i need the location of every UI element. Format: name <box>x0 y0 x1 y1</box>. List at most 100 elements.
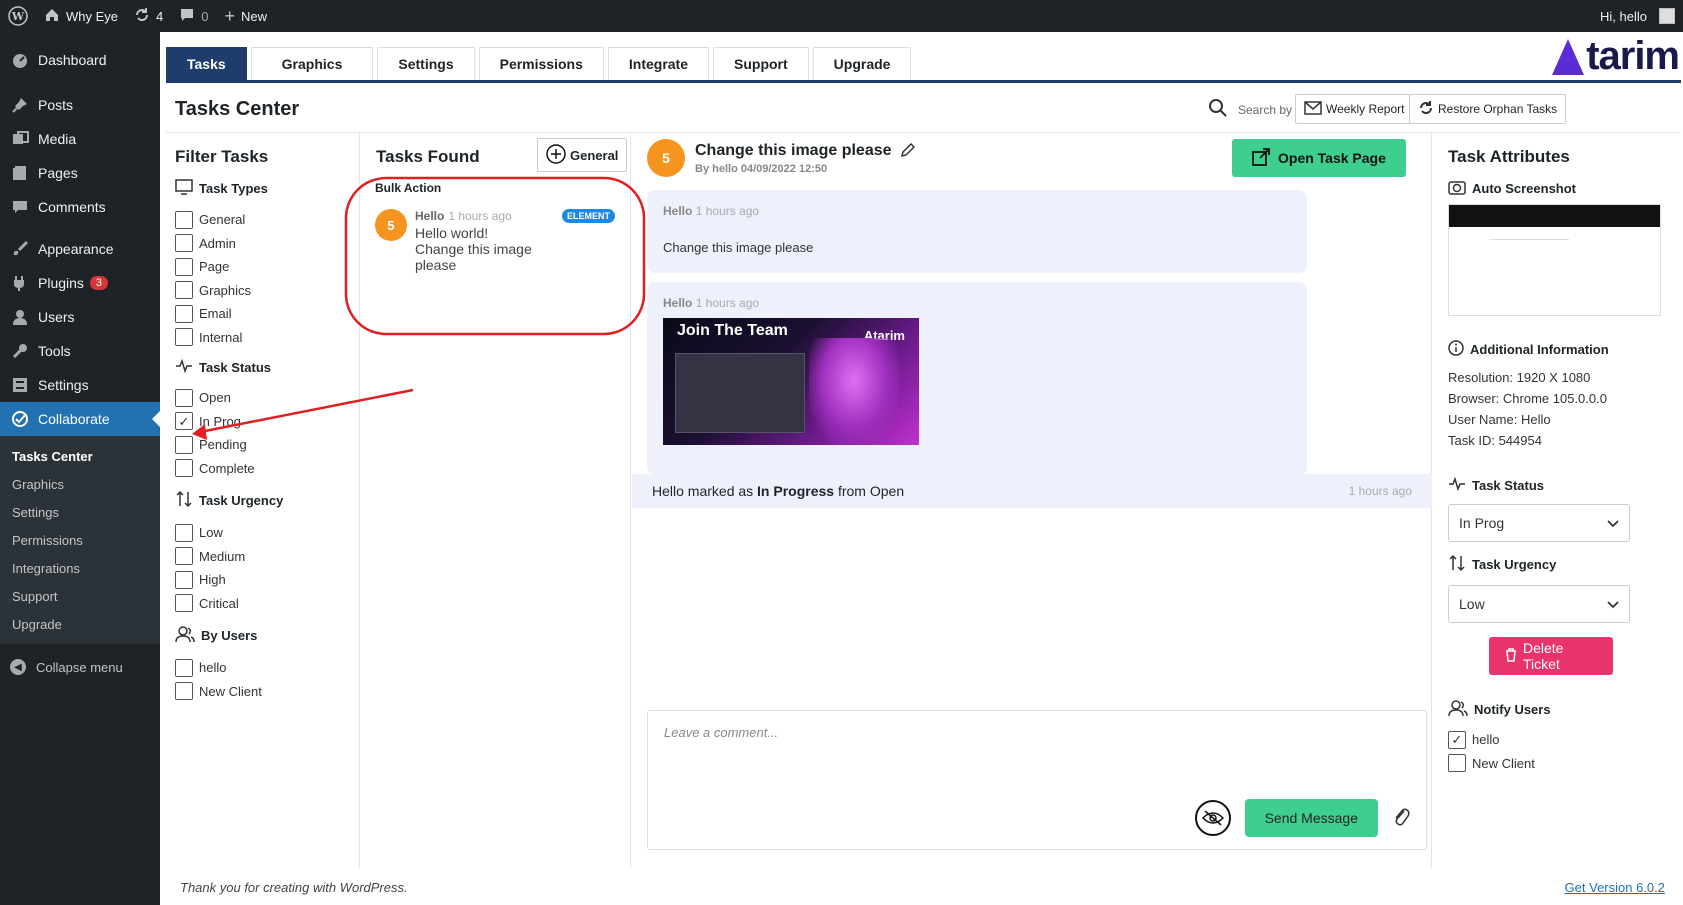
sidebar-item-plugins[interactable]: Plugins 3 <box>0 266 160 300</box>
tab-settings[interactable]: Settings <box>377 47 475 80</box>
send-message-button[interactable]: Send Message <box>1244 799 1378 837</box>
delete-ticket-button[interactable]: Delete Ticket <box>1489 637 1613 675</box>
checkbox[interactable] <box>175 281 193 300</box>
pin-icon <box>10 95 30 115</box>
checkbox[interactable] <box>175 304 193 323</box>
checkbox[interactable] <box>175 523 193 542</box>
checkbox-label: High <box>199 572 226 588</box>
comments-link[interactable]: 0 <box>171 0 216 32</box>
submenu-tasks-center[interactable]: Tasks Center <box>0 442 160 470</box>
checkbox-checked[interactable]: ✓ <box>175 412 193 431</box>
checkbox[interactable] <box>175 234 193 253</box>
atarim-logo: tarim <box>1552 34 1680 79</box>
notify-user-new-client[interactable]: New Client <box>1448 752 1683 776</box>
sidebar-item-pages[interactable]: Pages <box>0 156 160 190</box>
filter-urgency-low[interactable]: Low <box>175 521 344 545</box>
info-icon <box>1448 340 1464 359</box>
sidebar-item-tools[interactable]: Tools <box>0 334 160 368</box>
filter-status-in-prog[interactable]: ✓ In Prog <box>175 410 344 434</box>
task-status-select[interactable]: In Prog <box>1448 504 1630 542</box>
filter-type-admin[interactable]: Admin <box>175 232 344 256</box>
restore-orphan-button[interactable]: Restore Orphan Tasks <box>1409 94 1567 124</box>
sidebar-item-users[interactable]: Users <box>0 300 160 334</box>
submenu-graphics[interactable]: Graphics <box>0 470 160 498</box>
collapse-menu-button[interactable]: ◀ Collapse menu <box>0 650 160 684</box>
version-link[interactable]: Get Version 6.0.2 <box>1565 880 1665 895</box>
restore-orphan-label: Restore Orphan Tasks <box>1438 102 1558 116</box>
sidebar-item-media[interactable]: Media <box>0 122 160 156</box>
tab-graphics[interactable]: Graphics <box>250 47 374 80</box>
submenu-support[interactable]: Support <box>0 582 160 610</box>
comment-input[interactable]: Leave a comment... <box>664 725 778 740</box>
camera-icon <box>1448 179 1466 198</box>
wordpress-logo-icon[interactable]: W <box>0 0 36 32</box>
attached-image[interactable]: Join The Team Atarim <box>663 318 919 445</box>
checkbox[interactable] <box>175 658 193 677</box>
sidebar-item-collaborate[interactable]: Collaborate <box>0 402 160 436</box>
bulk-action-label[interactable]: Bulk Action <box>375 181 615 195</box>
filter-urgency-medium[interactable]: Medium <box>175 545 344 569</box>
sidebar-item-settings[interactable]: Settings <box>0 368 160 402</box>
site-name-link[interactable]: Why Eye <box>36 0 126 32</box>
filter-type-general[interactable]: General <box>175 208 344 232</box>
notify-user-hello[interactable]: ✓ hello <box>1448 728 1683 752</box>
filter-urgency-critical[interactable]: Critical <box>175 592 344 616</box>
sidebar-item-label: Media <box>38 131 77 147</box>
filter-type-graphics[interactable]: Graphics <box>175 279 344 303</box>
filter-status-complete[interactable]: Complete <box>175 457 344 481</box>
task-urgency-select[interactable]: Low <box>1448 585 1630 623</box>
filter-type-page[interactable]: Page <box>175 255 344 279</box>
edit-pencil-icon[interactable] <box>900 142 916 161</box>
sidebar-item-comments[interactable]: Comments <box>0 190 160 224</box>
checkbox-checked[interactable]: ✓ <box>1448 730 1466 749</box>
filter-type-email[interactable]: Email <box>175 302 344 326</box>
checkbox-label: Graphics <box>199 282 252 298</box>
checkbox[interactable] <box>175 594 193 613</box>
tab-permissions[interactable]: Permissions <box>478 47 604 80</box>
checkbox[interactable] <box>175 547 193 566</box>
filter-type-internal[interactable]: Internal <box>175 326 344 350</box>
comment-icon <box>179 7 195 26</box>
filter-urgency-high[interactable]: High <box>175 568 344 592</box>
tab-support[interactable]: Support <box>713 47 809 80</box>
sidebar-item-dashboard[interactable]: Dashboard <box>0 43 160 77</box>
checkbox-label: Pending <box>199 437 247 453</box>
pulse-icon <box>1448 476 1466 494</box>
filter-status-open[interactable]: Open <box>175 386 344 410</box>
delete-wrapper: Delete Ticket <box>1489 637 1683 675</box>
filter-panel: Filter Tasks Task Types General Admin Pa… <box>160 133 360 868</box>
submenu-permissions[interactable]: Permissions <box>0 526 160 554</box>
tab-tasks[interactable]: Tasks <box>166 47 247 80</box>
account-menu[interactable]: Hi, hello <box>1592 0 1683 32</box>
submenu-upgrade[interactable]: Upgrade <box>0 610 160 638</box>
checkbox[interactable] <box>175 570 193 589</box>
checkbox[interactable] <box>1448 754 1466 773</box>
filter-user-hello[interactable]: hello <box>175 656 344 680</box>
checkbox[interactable] <box>175 435 193 454</box>
task-card[interactable]: Bulk Action 5 Hello 1 hours ago ELEMENT … <box>375 181 615 273</box>
filter-status-pending[interactable]: Pending <box>175 433 344 457</box>
tab-integrate[interactable]: Integrate <box>607 47 709 80</box>
checkbox[interactable] <box>175 388 193 407</box>
add-general-task-button[interactable]: General <box>537 138 628 172</box>
tab-upgrade[interactable]: Upgrade <box>812 47 912 80</box>
filter-user-new-client[interactable]: New Client <box>175 680 344 704</box>
paperclip-icon[interactable] <box>1392 806 1410 831</box>
sidebar-item-appearance[interactable]: Appearance <box>0 232 160 266</box>
auto-screenshot-thumbnail[interactable] <box>1448 204 1661 316</box>
screenshot-banner <box>1449 205 1660 227</box>
weekly-report-button[interactable]: Weekly Report <box>1295 94 1414 124</box>
comment-box[interactable]: Leave a comment... Send Message <box>647 710 1427 850</box>
checkbox[interactable] <box>175 459 193 478</box>
checkbox[interactable] <box>175 210 193 229</box>
sidebar-item-posts[interactable]: Posts <box>0 88 160 122</box>
visibility-hidden-icon[interactable] <box>1194 800 1231 836</box>
open-task-page-button[interactable]: Open Task Page <box>1232 139 1406 177</box>
checkbox[interactable] <box>175 257 193 276</box>
submenu-settings[interactable]: Settings <box>0 498 160 526</box>
checkbox[interactable] <box>175 682 193 701</box>
new-content-link[interactable]: + New <box>216 0 275 32</box>
updates-link[interactable]: 4 <box>126 0 171 32</box>
checkbox[interactable] <box>175 328 193 347</box>
submenu-integrations[interactable]: Integrations <box>0 554 160 582</box>
